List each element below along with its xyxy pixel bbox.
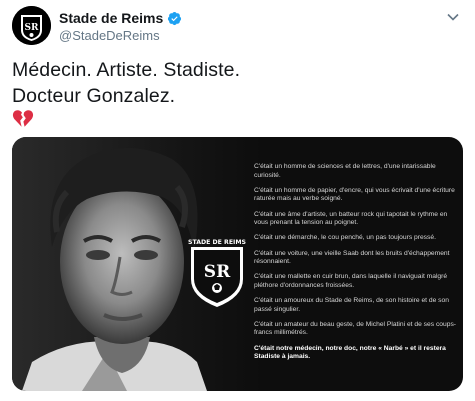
account-handle[interactable]: @StadeDeReims [59, 28, 160, 43]
tribute-paragraph: C'était un amateur du beau geste, de Mic… [254, 320, 457, 337]
tribute-paragraph: C'était un homme de papier, d'encre, qui… [254, 186, 455, 203]
tribute-paragraph: C'était une voiture, une vieille Saab do… [254, 249, 450, 266]
tribute-paragraph-final: C'était notre médecin, notre doc, notre … [254, 344, 446, 361]
stade-de-reims-crest-icon: SR [12, 6, 51, 45]
crest-monogram: SR [204, 262, 231, 282]
svg-text:SR: SR [25, 23, 39, 33]
tweet-media-image[interactable]: STADE DE REIMS SR C'était un homme de sc… [12, 137, 463, 391]
tribute-paragraph: C'était une âme d'artiste, un batteur ro… [254, 210, 448, 227]
verified-badge-icon [167, 11, 182, 26]
tribute-paragraph: C'était une démarche, le cou penché, un … [254, 234, 436, 242]
tweet-line: Docteur Gonzalez. [12, 85, 176, 107]
chevron-down-icon[interactable] [446, 10, 460, 24]
broken-heart-icon [12, 109, 34, 129]
account-name[interactable]: Stade de Reims [59, 10, 163, 26]
tribute-text: C'était un homme de sciences et de lettr… [254, 163, 459, 368]
avatar[interactable]: SR [12, 6, 51, 45]
tweet-header: SR Stade de Reims @StadeDeReims [12, 6, 462, 46]
tweet-text: Médecin. Artiste. Stadiste. Docteur Gonz… [12, 57, 240, 109]
tribute-paragraph: C'était une mallette en cuir brun, dans … [254, 273, 448, 289]
tribute-paragraph: C'était un amoureux du Stade de Reims, d… [254, 297, 449, 313]
account-name-row: Stade de Reims [59, 10, 182, 26]
crest-text: STADE DE REIMS [188, 239, 246, 246]
tweet-line: Médecin. Artiste. Stadiste. [12, 59, 241, 81]
stade-de-reims-crest-icon: STADE DE REIMS SR [187, 233, 247, 309]
tribute-paragraph: C'était un homme de sciences et de lettr… [254, 163, 436, 179]
